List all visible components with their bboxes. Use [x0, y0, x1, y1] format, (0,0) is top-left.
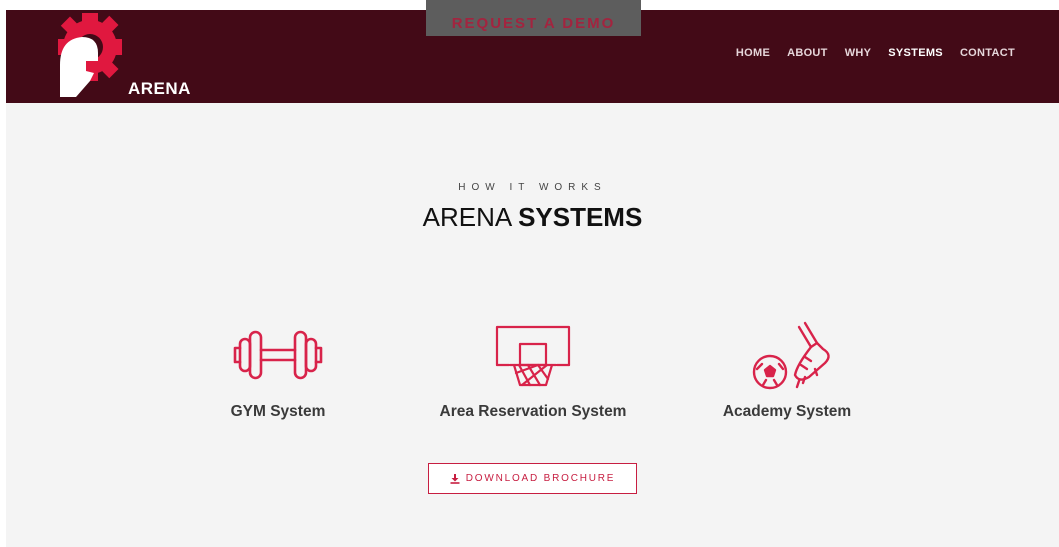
- system-area-reservation[interactable]: Area Reservation System: [413, 315, 653, 421]
- navbar: ARENA REQUEST A DEMO HOME ABOUT WHY SYST…: [6, 0, 1059, 103]
- system-label-academy: Academy System: [722, 403, 852, 420]
- section-title-light: ARENA: [422, 202, 511, 232]
- download-brochure-label: DOWNLOAD BROCHURE: [465, 473, 616, 484]
- system-academy[interactable]: Academy System: [667, 315, 907, 421]
- download-icon: [450, 473, 460, 484]
- dumbbell-icon: [233, 330, 323, 380]
- system-label-area-reservation: Area Reservation System: [439, 403, 627, 420]
- system-gym[interactable]: GYM System: [158, 315, 398, 421]
- nav-systems[interactable]: SYSTEMS: [888, 47, 943, 59]
- nav-about[interactable]: ABOUT: [787, 47, 828, 59]
- section-title: ARENA SYSTEMS: [6, 202, 1059, 233]
- section-eyebrow: HOW IT WORKS: [458, 182, 607, 193]
- nav-contact[interactable]: CONTACT: [960, 47, 1015, 59]
- nav-why[interactable]: WHY: [845, 47, 872, 59]
- soccer-ball-boot-icon: [752, 321, 830, 390]
- system-label-gym: GYM System: [230, 403, 326, 420]
- section-title-bold: SYSTEMS: [518, 202, 643, 232]
- page: ARENA REQUEST A DEMO HOME ABOUT WHY SYST…: [6, 0, 1059, 547]
- basketball-hoop-icon: [495, 325, 571, 387]
- brand-name: ARENA: [128, 79, 191, 98]
- request-demo-button[interactable]: REQUEST A DEMO: [426, 0, 641, 36]
- nav-home[interactable]: HOME: [736, 47, 770, 59]
- download-brochure-button[interactable]: DOWNLOAD BROCHURE: [428, 463, 637, 494]
- arena-logo[interactable]: ARENA: [54, 13, 190, 101]
- main-nav: HOME ABOUT WHY SYSTEMS CONTACT: [736, 47, 1015, 59]
